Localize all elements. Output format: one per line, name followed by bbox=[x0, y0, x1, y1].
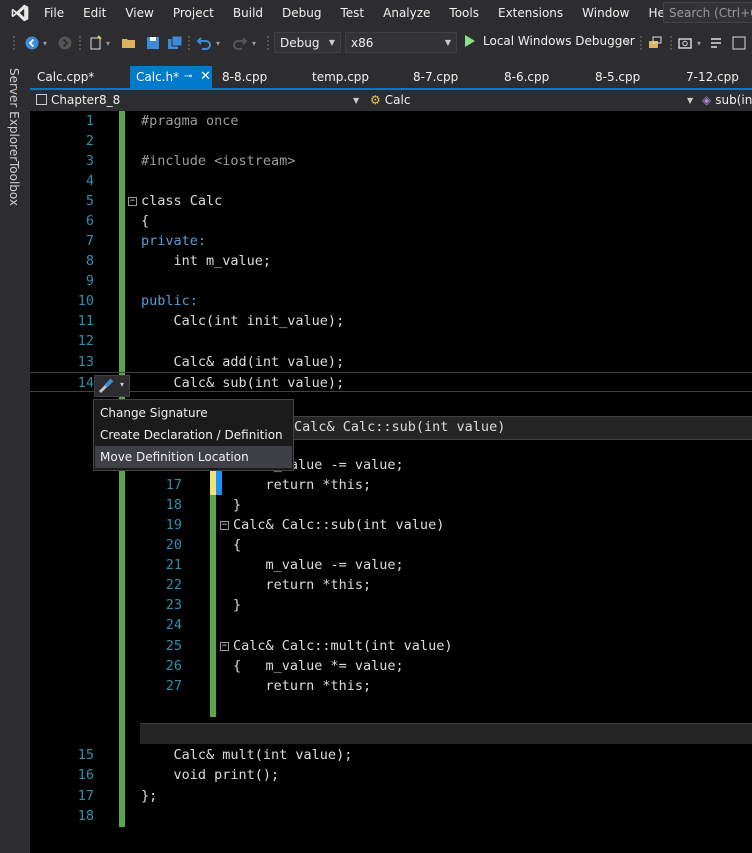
screwdriver-icon bbox=[98, 378, 114, 394]
project-dropdown[interactable]: Chapter8_8 bbox=[36, 91, 362, 110]
platform-value: x86 bbox=[351, 36, 374, 50]
tab-label: Calc.h* bbox=[136, 70, 180, 84]
redo-dropdown-icon[interactable]: ▾ bbox=[252, 39, 256, 48]
play-icon[interactable] bbox=[465, 35, 475, 47]
toolbar-separator bbox=[670, 36, 674, 50]
tab-8-7-cpp[interactable]: 8-7.cpp bbox=[413, 66, 458, 88]
code-editor[interactable]: 1 #pragma once 2 3 #include <iostream> 4 5… bbox=[30, 111, 752, 853]
peek-footer bbox=[140, 723, 752, 744]
chevron-down-icon: ▼ bbox=[444, 38, 451, 47]
change-signature-item[interactable]: Change Signature bbox=[95, 402, 292, 424]
toolbar-separator bbox=[188, 36, 192, 50]
menu-test[interactable]: Test bbox=[331, 0, 374, 26]
method-icon: ◈ bbox=[702, 93, 712, 107]
tab-8-6-cpp[interactable]: 8-6.cpp bbox=[504, 66, 549, 88]
tab-7-12-cpp[interactable]: 7-12.cpp bbox=[686, 66, 739, 88]
member-dropdown[interactable]: ◈sub(int value) bbox=[702, 91, 752, 110]
toolbar-grip[interactable] bbox=[13, 36, 17, 50]
menu-extensions[interactable]: Extensions bbox=[488, 0, 572, 26]
saved-change-bar bbox=[210, 495, 216, 717]
class-icon: ⚙ bbox=[370, 93, 381, 107]
collapse-icon[interactable]: − bbox=[220, 521, 229, 530]
open-folder-icon[interactable] bbox=[121, 35, 137, 51]
toolbar-separator bbox=[267, 36, 271, 50]
server-explorer-tab[interactable]: Server Explorer bbox=[7, 68, 21, 161]
tab-8-8-cpp[interactable]: 8-8.cpp bbox=[222, 66, 267, 88]
collapse-icon[interactable]: − bbox=[128, 197, 137, 206]
indent-icon[interactable] bbox=[731, 35, 747, 51]
scope-dropdown[interactable]: ⚙ Calc bbox=[370, 91, 690, 110]
close-icon[interactable]: ✕ bbox=[200, 66, 211, 88]
visual-studio-logo-icon[interactable] bbox=[9, 3, 31, 23]
chevron-down-icon[interactable]: ▼ bbox=[687, 91, 693, 110]
forward-icon[interactable] bbox=[57, 35, 73, 51]
menu-items: File Edit View Project Build Debug Test … bbox=[44, 0, 685, 26]
screenshot-icon[interactable] bbox=[677, 35, 693, 51]
quick-actions-button[interactable]: ▾ bbox=[94, 375, 130, 397]
tab-calc-cpp[interactable]: Calc.cpp* bbox=[37, 66, 94, 88]
code-line-current: 14 Calc& sub(int value); bbox=[30, 372, 752, 392]
navigation-bar: Chapter8_8 ▼ ⚙Calc ▼ ◈sub(int value) bbox=[30, 90, 752, 112]
overflow-icon[interactable]: ▾ bbox=[697, 39, 701, 48]
project-name: Chapter8_8 bbox=[51, 93, 121, 107]
back-dropdown-icon[interactable]: ▾ bbox=[43, 39, 47, 48]
side-tool-strip: Server Explorer Toolbox bbox=[0, 60, 30, 853]
menu-tools[interactable]: Tools bbox=[440, 0, 489, 26]
menu-bar: File Edit View Project Build Debug Test … bbox=[0, 0, 752, 26]
chevron-down-icon: ▼ bbox=[328, 38, 335, 47]
debugger-dropdown-icon[interactable]: ▾ bbox=[626, 39, 630, 48]
start-debugger-button[interactable]: Local Windows Debugger bbox=[483, 34, 635, 48]
toolbar-separator bbox=[640, 36, 644, 50]
member-name: sub(int value) bbox=[715, 93, 752, 107]
undo-icon[interactable] bbox=[196, 35, 212, 51]
create-declaration-definition-item[interactable]: Create Declaration / Definition bbox=[95, 424, 292, 446]
browse-icon[interactable] bbox=[647, 35, 663, 51]
search-input[interactable]: Search (Ctrl+Q) bbox=[663, 2, 752, 23]
tab-calc-h[interactable]: Calc.h* ⊸ ✕ bbox=[130, 66, 212, 88]
solution-platform-select[interactable]: x86 ▼ bbox=[345, 32, 457, 53]
save-all-icon[interactable] bbox=[167, 35, 183, 51]
menu-view[interactable]: View bbox=[116, 0, 163, 26]
toolbar-separator bbox=[79, 36, 83, 50]
saved-change-bar bbox=[119, 745, 125, 827]
peek-title: Calc& Calc::sub(int value) bbox=[294, 419, 506, 435]
config-value: Debug bbox=[280, 36, 320, 50]
menu-project[interactable]: Project bbox=[163, 0, 223, 26]
document-tabs: Calc.cpp* Calc.h* ⊸ ✕ 8-8.cpp temp.cpp 8… bbox=[30, 66, 752, 88]
chevron-down-icon: ▾ bbox=[120, 380, 125, 389]
menu-debug[interactable]: Debug bbox=[273, 0, 331, 26]
move-definition-location-item[interactable]: Move Definition Location bbox=[95, 446, 292, 468]
back-icon[interactable] bbox=[24, 35, 40, 51]
collapse-icon[interactable]: − bbox=[220, 642, 229, 651]
toolbox-tab[interactable]: Toolbox bbox=[7, 161, 21, 206]
menu-window[interactable]: Window bbox=[573, 0, 639, 26]
menu-analyze[interactable]: Analyze bbox=[374, 0, 440, 26]
scope-name: Calc bbox=[384, 93, 411, 107]
chevron-down-icon[interactable]: ▼ bbox=[353, 91, 359, 110]
pin-icon[interactable]: ⊸ bbox=[184, 66, 192, 88]
format-icon[interactable] bbox=[708, 35, 724, 51]
menu-edit[interactable]: Edit bbox=[74, 0, 116, 26]
new-dropdown-icon[interactable]: ▾ bbox=[106, 39, 110, 48]
quick-actions-menu: Change Signature Create Declaration / De… bbox=[93, 399, 294, 471]
tab-temp-cpp[interactable]: temp.cpp bbox=[312, 66, 369, 88]
menu-file[interactable]: File bbox=[44, 0, 74, 26]
tab-8-5-cpp[interactable]: 8-5.cpp bbox=[595, 66, 640, 88]
redo-icon[interactable] bbox=[232, 35, 248, 51]
save-icon[interactable] bbox=[145, 35, 161, 51]
new-project-icon[interactable] bbox=[88, 35, 104, 51]
solution-configuration-select[interactable]: Debug ▼ bbox=[274, 32, 341, 53]
menu-build[interactable]: Build bbox=[223, 0, 272, 26]
project-icon bbox=[36, 94, 47, 105]
toolbar: ▾ ▾ ▾ ▾ Debug ▼ x86 ▼ Local Windows Debu… bbox=[0, 26, 752, 60]
undo-dropdown-icon[interactable]: ▾ bbox=[216, 39, 220, 48]
